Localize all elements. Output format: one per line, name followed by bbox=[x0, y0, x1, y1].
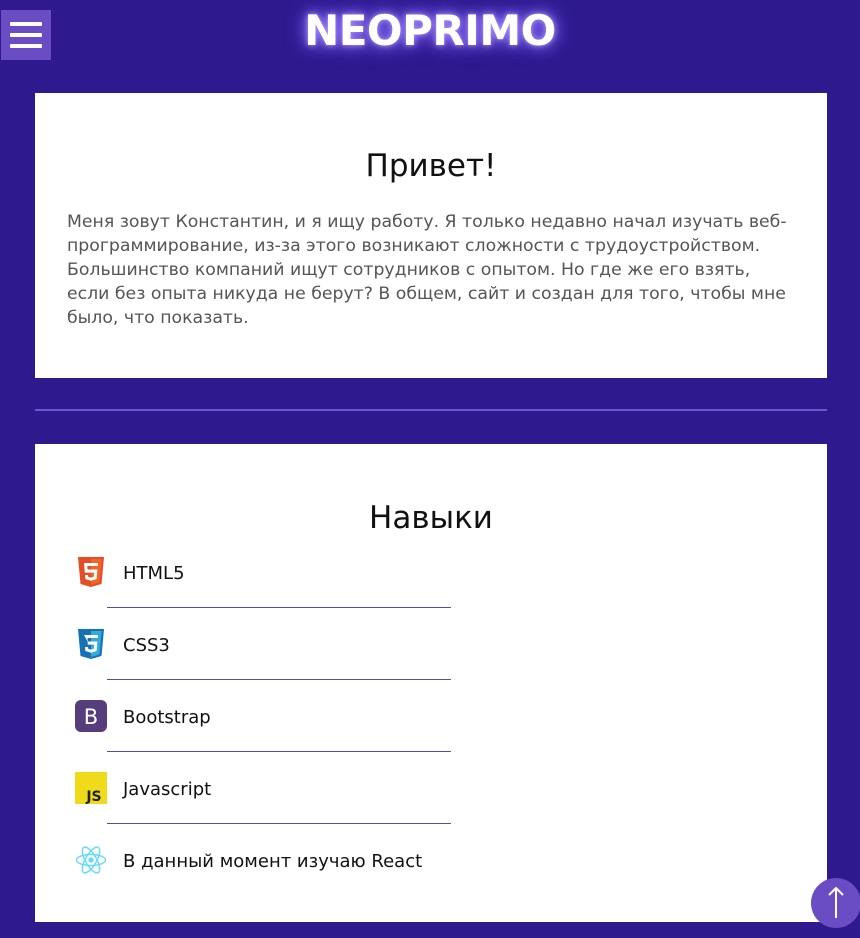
svg-text:B: B bbox=[84, 705, 98, 729]
skill-label: CSS3 bbox=[123, 635, 170, 656]
skill-label: Bootstrap bbox=[123, 707, 211, 728]
skill-label: HTML5 bbox=[123, 563, 185, 584]
intro-card: Привет! Меня зовут Константин, и я ищу р… bbox=[35, 93, 827, 378]
javascript-icon: JS bbox=[75, 772, 107, 804]
skills-list: HTML5 CSS3 B Bootstrap JS Javascript В д… bbox=[75, 556, 455, 916]
site-logo[interactable]: NEOPRIMO bbox=[0, 6, 860, 55]
react-icon bbox=[75, 846, 107, 874]
bootstrap-icon: B bbox=[75, 700, 107, 732]
scroll-to-top-button[interactable] bbox=[811, 878, 860, 928]
skill-item-bootstrap: B Bootstrap bbox=[75, 700, 455, 772]
skill-item-html5: HTML5 bbox=[75, 556, 455, 628]
html5-icon bbox=[78, 557, 104, 587]
css3-icon bbox=[78, 629, 104, 659]
intro-text: Меня зовут Константин, и я ищу работу. Я… bbox=[67, 212, 787, 328]
skill-divider bbox=[107, 751, 451, 752]
section-divider bbox=[35, 409, 827, 411]
skill-item-css3: CSS3 bbox=[75, 628, 455, 700]
arrow-up-icon bbox=[828, 886, 844, 918]
page: NEOPRIMO Привет! Меня зовут Константин, … bbox=[0, 0, 860, 938]
skill-label: В данный момент изучаю React bbox=[123, 851, 423, 872]
skill-divider bbox=[107, 607, 451, 608]
skill-label: Javascript bbox=[123, 779, 212, 800]
skills-title: Навыки bbox=[369, 500, 493, 536]
skill-item-javascript: JS Javascript bbox=[75, 772, 455, 844]
svg-text:JS: JS bbox=[85, 789, 101, 804]
skill-divider bbox=[107, 679, 451, 680]
skills-card: Навыки HTML5 CSS3 B Bootstrap JS Javascr… bbox=[35, 444, 827, 922]
skill-divider bbox=[107, 823, 451, 824]
skill-item-react: В данный момент изучаю React bbox=[75, 844, 455, 916]
intro-title: Привет! bbox=[365, 148, 497, 184]
